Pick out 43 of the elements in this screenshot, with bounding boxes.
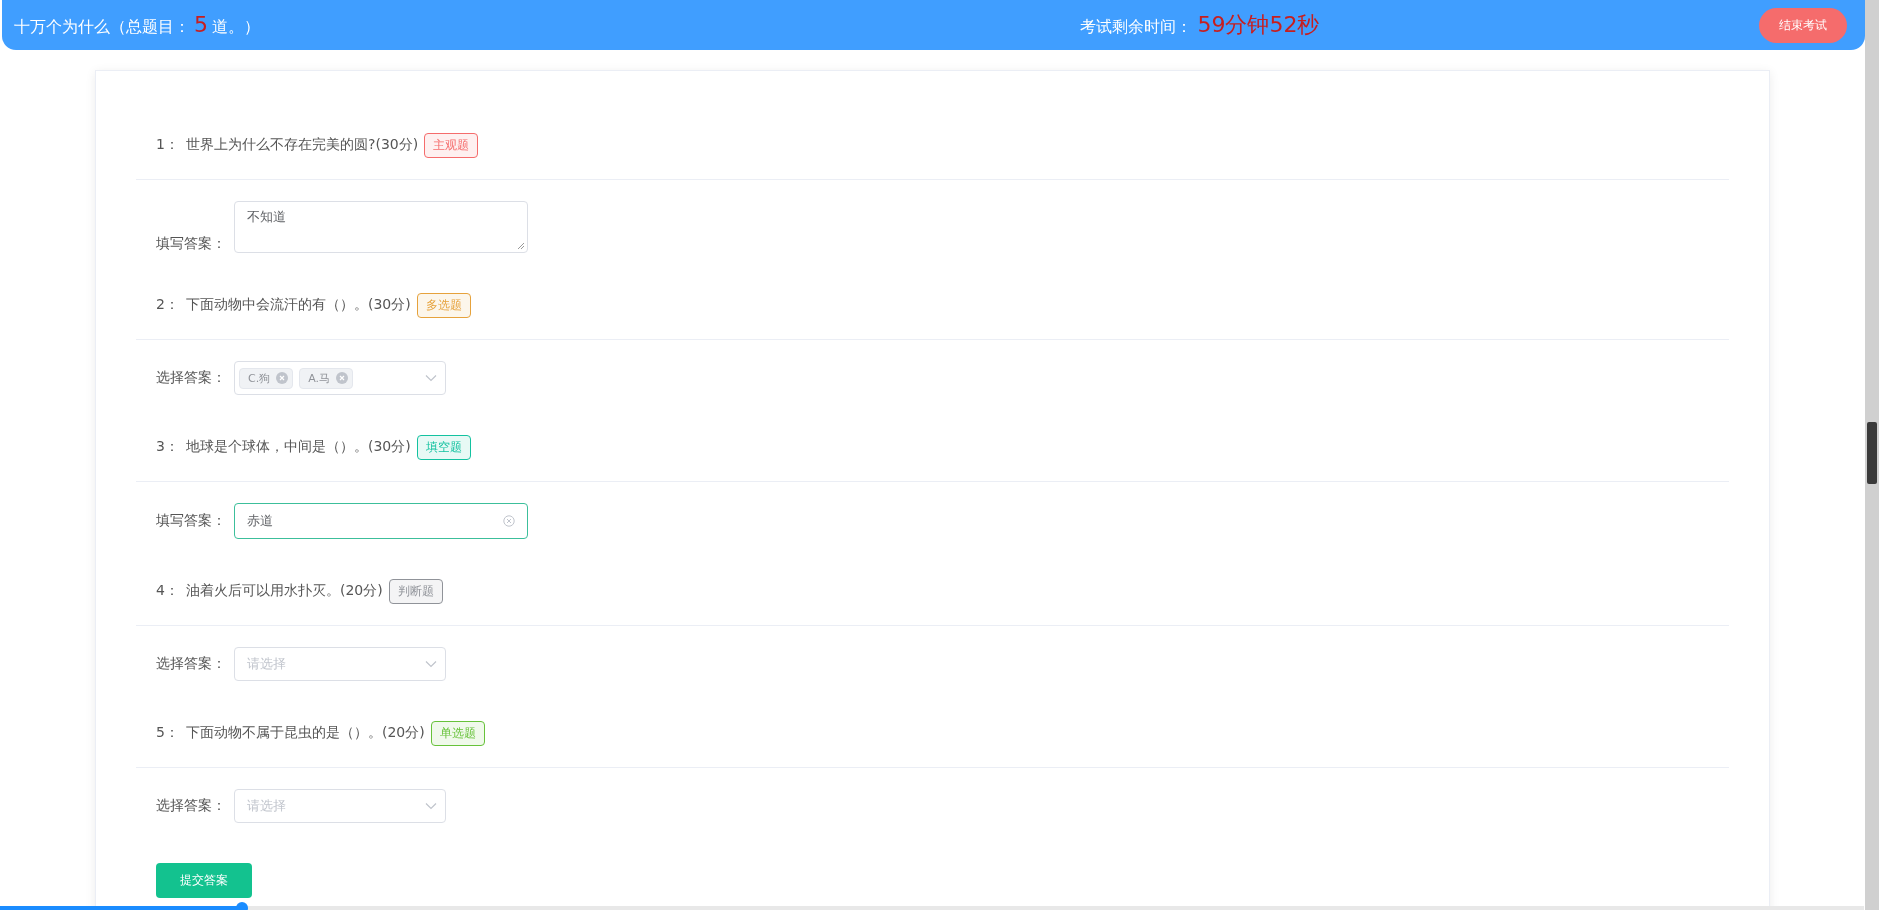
answer-label: 选择答案： xyxy=(156,797,227,815)
question-type-tag: 多选题 xyxy=(416,292,471,318)
chevron-down-icon xyxy=(425,374,437,382)
answer-label: 填写答案： xyxy=(156,512,227,530)
question-type-tag: 单选题 xyxy=(430,720,485,746)
question-type-tag: 主观题 xyxy=(424,132,479,158)
chip-label: A.马 xyxy=(308,370,330,386)
question-number: 5： xyxy=(156,724,180,742)
answer-label: 选择答案： xyxy=(156,369,227,387)
question-text: 下面动物不属于昆虫的是（）。(20分) xyxy=(186,724,425,742)
answer-textarea[interactable]: 不知道 xyxy=(234,201,528,253)
answer-select[interactable]: C.狗 A.马 xyxy=(234,361,446,395)
playback-handle[interactable] xyxy=(236,902,249,910)
question-total: 5 xyxy=(194,12,208,37)
question-type-tag: 判断题 xyxy=(388,578,443,604)
exam-title: 十万个为什么（总题目： xyxy=(14,17,190,38)
question-type-tag: 填空题 xyxy=(416,434,471,460)
answer-select[interactable]: 请选择 xyxy=(234,647,446,681)
answer-select[interactable]: 请选择 xyxy=(234,789,446,823)
clear-icon[interactable] xyxy=(503,515,515,527)
question-number: 2： xyxy=(156,296,180,314)
chevron-down-icon xyxy=(425,802,437,810)
answer-input[interactable]: 赤道 xyxy=(234,503,528,539)
timer-value: 59分钟52秒 xyxy=(1197,11,1320,39)
question-number: 4： xyxy=(156,582,180,600)
question-text: 油着火后可以用水扑灭。(20分) xyxy=(186,582,383,600)
scrollbar[interactable] xyxy=(1865,0,1879,910)
chevron-down-icon xyxy=(425,660,437,668)
timer-label: 考试剩余时间： xyxy=(1079,17,1192,38)
submit-answer-button[interactable]: 提交答案 xyxy=(156,863,252,898)
question-number: 1： xyxy=(156,136,180,154)
question-text: 下面动物中会流汗的有（）。(30分) xyxy=(186,296,411,314)
question-text: 地球是个球体，中间是（）。(30分) xyxy=(186,438,411,456)
resize-grip-icon[interactable] xyxy=(517,242,525,250)
answer-label: 填写答案： xyxy=(156,235,227,253)
remove-icon[interactable] xyxy=(336,372,348,384)
answer-label: 选择答案： xyxy=(156,655,227,673)
question-number: 3： xyxy=(156,438,180,456)
remove-icon[interactable] xyxy=(276,372,289,384)
question-text: 世界上为什么不存在完美的圆?(30分) xyxy=(186,136,419,154)
exam-title-suffix: 道。） xyxy=(212,17,260,38)
chip-label: C.狗 xyxy=(248,370,271,386)
end-exam-button[interactable]: 结束考试 xyxy=(1759,7,1847,43)
